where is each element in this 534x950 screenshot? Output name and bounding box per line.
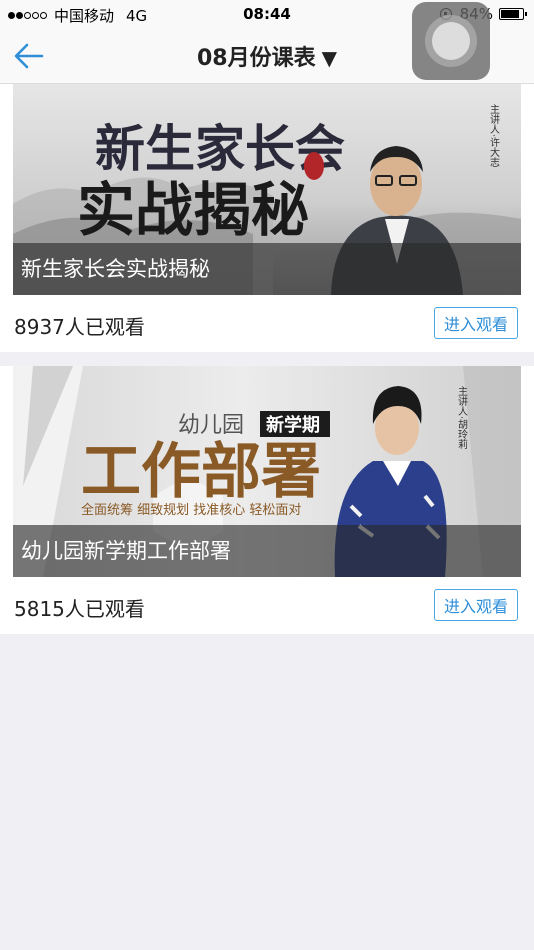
view-count: 8937人已观看 [14, 315, 145, 339]
banner-small-title: 幼儿园 [178, 413, 244, 438]
course-title: 幼儿园新学期工作部署 [13, 525, 521, 577]
battery-icon [499, 8, 527, 20]
assistive-touch-button[interactable] [412, 2, 490, 80]
card-footer: 5815人已观看 进入观看 [0, 577, 534, 634]
banner-title-line2: 实战揭秘 [77, 176, 309, 244]
course-banner[interactable]: 新生家长会 实战揭秘 主讲人·许大志 新生家长会实战揭秘 [13, 84, 521, 295]
banner-badge: 新学期 [266, 414, 320, 436]
speaker-tag: 主讲人·胡玲莉 [456, 386, 468, 449]
course-card[interactable]: 幼儿园 新学期 工作部署 全面统筹 细致规划 找准核心 轻松面对 主讲人·胡玲莉… [0, 366, 534, 634]
card-footer: 8937人已观看 进入观看 [0, 295, 534, 352]
enter-watch-button[interactable]: 进入观看 [434, 589, 518, 621]
banner-subtitle: 全面统筹 细致规划 找准核心 轻松面对 [81, 502, 301, 518]
course-card[interactable]: 新生家长会 实战揭秘 主讲人·许大志 新生家长会实战揭秘 8937人已观看 进入… [0, 84, 534, 352]
enter-watch-button[interactable]: 进入观看 [434, 307, 518, 339]
view-count: 5815人已观看 [14, 597, 145, 621]
course-banner[interactable]: 幼儿园 新学期 工作部署 全面统筹 细致规划 找准核心 轻松面对 主讲人·胡玲莉… [13, 366, 521, 577]
banner-title: 工作部署 [81, 437, 321, 507]
speaker-tag: 主讲人·许大志 [488, 104, 500, 167]
caret-down-icon: ▼ [321, 46, 337, 70]
page-title: 08月份课表 [196, 46, 316, 71]
course-title: 新生家长会实战揭秘 [13, 243, 521, 295]
